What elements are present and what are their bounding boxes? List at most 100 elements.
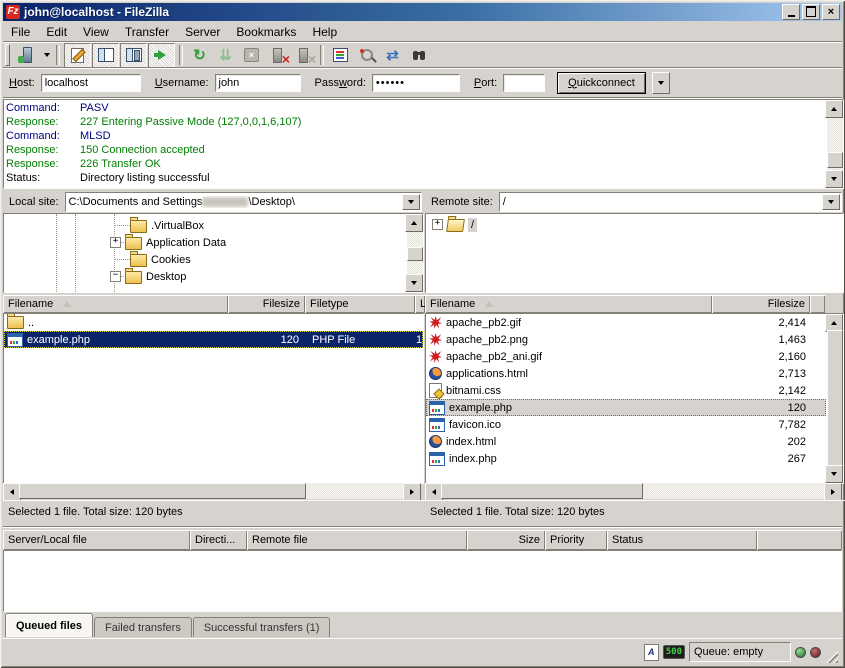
find-files-button[interactable] [406,44,431,67]
toggle-transfer-queue-button[interactable] [148,43,175,68]
column-filetype[interactable]: Filetype [305,295,415,313]
arrow-down-icon [411,281,417,285]
file-row-example-php[interactable]: example.php 120 [426,399,826,416]
disconnect-button[interactable] [265,44,290,67]
expand-icon[interactable]: + [110,237,121,248]
scroll-right-button[interactable] [403,483,421,501]
filters-button[interactable] [328,44,353,67]
file-row-parent-dir[interactable]: .. [4,314,423,331]
file-row-bitnami-css[interactable]: bitnami.css 2,142 [426,382,826,399]
host-input[interactable]: localhost [41,74,141,92]
port-input[interactable] [503,74,545,92]
file-row-apache-pb2-ani-gif[interactable]: apache_pb2_ani.gif 2,160 [426,348,826,365]
site-manager-button[interactable] [15,44,40,67]
menu-help[interactable]: Help [304,24,345,40]
cancel-operation-button[interactable]: × [239,44,264,67]
speed-limit-indicator-icon[interactable]: 500 [663,645,685,659]
message-log: Command:PASV Response:227 Entering Passi… [3,99,844,189]
column-status[interactable]: Status [607,530,757,550]
reconnect-button[interactable] [291,44,316,67]
maximize-button[interactable] [802,4,820,20]
toggle-local-tree-button[interactable] [92,43,119,68]
tab-queued-files[interactable]: Queued files [5,613,93,637]
remote-site-combo[interactable]: / [499,192,842,212]
scrollbar-thumb[interactable] [827,330,843,467]
menu-edit[interactable]: Edit [38,24,75,40]
file-row-favicon-ico[interactable]: favicon.ico 7,782 [426,416,826,433]
file-row-example-php[interactable]: example.php 120 PHP File 1 [4,331,423,348]
site-manager-dropdown[interactable] [41,44,52,67]
scrollbar-thumb[interactable] [19,483,306,499]
menu-bookmarks[interactable]: Bookmarks [228,24,304,40]
scrollbar-thumb[interactable] [407,247,423,261]
remote-path: / [500,196,506,208]
process-queue-button[interactable]: ⇊ [213,44,238,67]
menu-view[interactable]: View [75,24,117,40]
filter-icon [333,48,348,62]
column-server-local-file[interactable]: Server/Local file [3,530,190,550]
scroll-right-button[interactable] [824,483,842,501]
file-row-apache-pb2-png[interactable]: apache_pb2.png 1,463 [426,331,826,348]
expand-icon[interactable]: + [432,219,443,230]
column-size[interactable]: Size [467,530,545,550]
file-row-index-html[interactable]: index.html 202 [426,433,826,450]
synchronized-browsing-button[interactable]: ⇄ [380,44,405,67]
password-input[interactable]: •••••• [372,74,460,92]
process-queue-icon: ⇊ [219,48,232,63]
toolbar-grip[interactable] [5,44,10,66]
tree-item-virtualbox[interactable]: .VirtualBox [130,217,204,234]
chevron-down-icon [658,81,664,85]
tree-line [114,225,130,227]
menu-transfer[interactable]: Transfer [117,24,177,40]
resize-grip[interactable] [825,650,838,663]
scroll-up-button[interactable] [405,214,423,232]
remote-site-dropdown[interactable] [822,194,840,210]
column-filename[interactable]: Filename [425,295,712,313]
minimize-button[interactable] [782,4,800,20]
tree-item-desktop[interactable]: − Desktop [110,268,186,285]
scroll-up-button[interactable] [825,100,843,118]
username-input[interactable]: john [215,74,301,92]
toolbar-separator [56,45,60,65]
column-last-modified[interactable]: L [415,295,425,313]
menu-server[interactable]: Server [177,24,228,40]
column-remote-file[interactable]: Remote file [247,530,467,550]
ico-file-icon [429,418,445,432]
tab-successful-transfers[interactable]: Successful transfers (1) [193,617,331,637]
open-folder-icon [446,219,465,232]
column-filename[interactable]: Filename [3,295,228,313]
scrollbar-thumb[interactable] [827,152,843,168]
column-priority[interactable]: Priority [545,530,607,550]
scroll-down-button[interactable] [405,274,423,292]
tree-item-cookies[interactable]: Cookies [130,251,191,268]
local-list-hscrollbar[interactable] [3,483,421,499]
local-site-combo[interactable]: C:\Documents and Settings\Desktop\ [65,192,422,212]
collapse-icon[interactable]: − [110,271,121,282]
toggle-message-log-button[interactable] [64,43,91,68]
file-row-apache-pb2-gif[interactable]: apache_pb2.gif 2,414 [426,314,826,331]
column-filesize[interactable]: Filesize [712,295,810,313]
menu-file[interactable]: File [3,24,38,40]
local-path: C:\Documents and Settings\Desktop\ [66,196,295,208]
column-direction[interactable]: Directi... [190,530,247,550]
remote-tree-icon [126,48,142,62]
toggle-remote-tree-button[interactable] [120,43,147,68]
tree-item-root[interactable]: + / [432,216,477,233]
file-row-applications-html[interactable]: applications.html 2,713 [426,365,826,382]
quickconnect-dropdown[interactable] [652,72,670,94]
column-filesize[interactable]: Filesize [228,295,305,313]
scrollbar-thumb[interactable] [441,483,643,499]
scroll-down-button[interactable] [825,170,843,188]
scroll-down-button[interactable] [825,465,843,483]
local-site-dropdown[interactable] [402,194,420,210]
file-row-index-php[interactable]: index.php 267 [426,450,826,467]
local-selection-status: Selected 1 file. Total size: 120 bytes [8,506,183,518]
remote-list-hscrollbar[interactable] [425,483,842,499]
refresh-button[interactable]: ↻ [187,44,212,67]
quickconnect-button[interactable]: Quickconnect [557,72,646,94]
tree-item-application-data[interactable]: + Application Data [110,234,226,251]
close-button[interactable]: × [822,4,840,20]
directory-comparison-button[interactable] [354,44,379,67]
chevron-down-icon [828,200,834,204]
tab-failed-transfers[interactable]: Failed transfers [94,617,192,637]
